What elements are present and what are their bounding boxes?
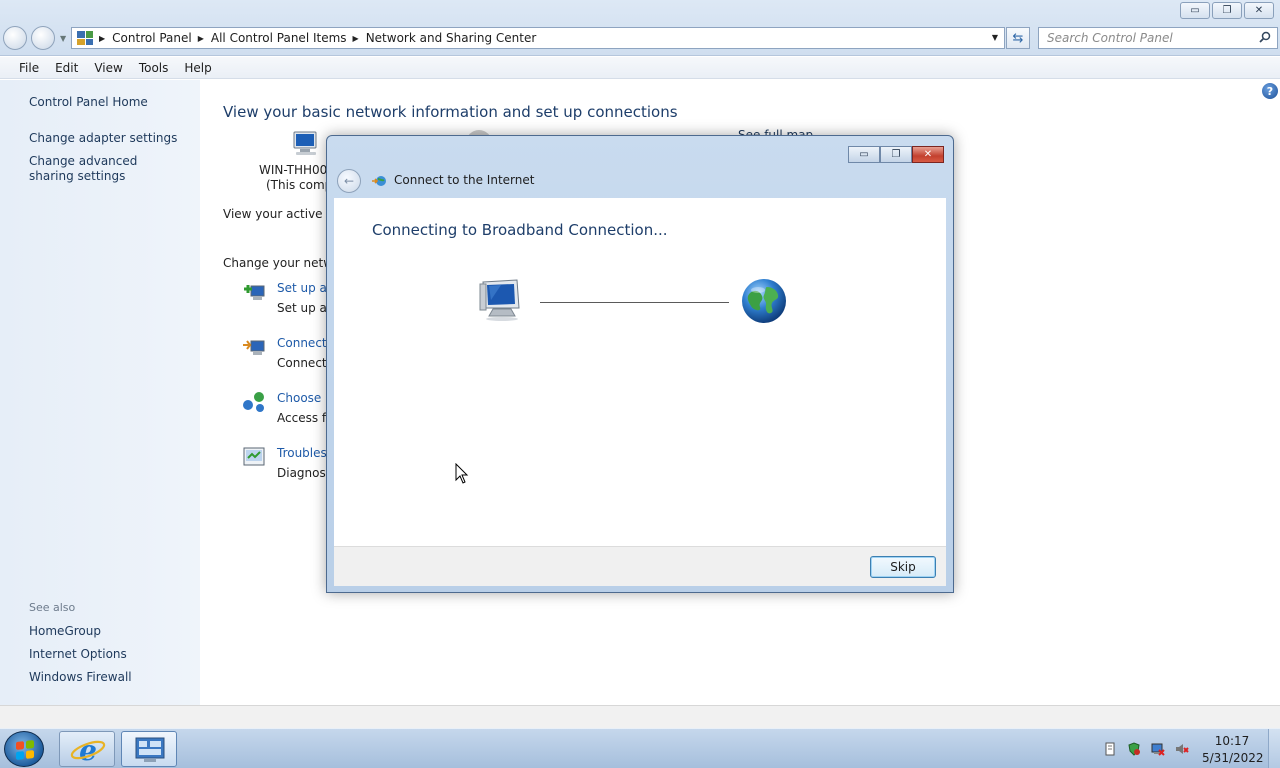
search-input[interactable]: Search Control Panel [1038, 27, 1278, 49]
page-title: View your basic network information and … [223, 103, 678, 121]
connecting-heading: Connecting to Broadband Connection... [372, 221, 668, 239]
mouse-cursor-icon [455, 463, 469, 484]
menu-tools[interactable]: Tools [139, 61, 169, 75]
computer-subtitle: (This comp [266, 178, 333, 192]
back-arrow-icon: ← [343, 174, 355, 188]
menu-view[interactable]: View [94, 61, 122, 75]
change-advanced-sharing-link[interactable]: Change advanced sharing settings [29, 154, 179, 184]
maximize-icon: ❐ [891, 149, 901, 160]
breadcrumb-arrow-icon[interactable]: ▶ [198, 34, 204, 43]
minimize-button[interactable]: ▭ [1180, 2, 1210, 19]
volume-muted-icon[interactable] [1175, 742, 1189, 756]
dialog-minimize-button[interactable]: ▭ [848, 146, 880, 163]
connect-internet-dialog: ▭ ❐ ✕ ← Connect to the Internet Connecti… [326, 135, 954, 593]
network-disconnected-icon[interactable] [1151, 742, 1165, 756]
breadcrumb-control-panel[interactable]: Control Panel [112, 31, 192, 45]
menu-file[interactable]: File [19, 61, 39, 75]
minimize-icon: ▭ [1190, 4, 1200, 16]
homegroup-link[interactable]: HomeGroup [29, 624, 101, 639]
show-desktop-button[interactable] [1268, 729, 1280, 768]
back-button[interactable] [3, 26, 27, 50]
control-panel-home-link[interactable]: Control Panel Home [29, 95, 148, 110]
search-placeholder: Search Control Panel [1047, 31, 1173, 45]
address-dropdown-icon[interactable]: ▼ [992, 33, 998, 42]
troubleshoot-desc: Diagnose [277, 466, 334, 480]
connection-line [540, 302, 729, 303]
action-center-icon[interactable] [1103, 742, 1117, 756]
close-button[interactable]: ✕ [1244, 2, 1274, 19]
refresh-icon: ⇆ [1012, 30, 1024, 46]
connect-network-icon [243, 340, 265, 355]
dialog-controls: ▭ ❐ ✕ [848, 146, 944, 163]
taskbar-control-panel[interactable] [121, 731, 177, 767]
connect-network-desc: Connect [277, 356, 327, 370]
control-panel-window-icon [135, 737, 165, 762]
dialog-back-button[interactable]: ← [337, 169, 361, 193]
svg-text:e: e [79, 734, 97, 767]
active-networks-heading: View your active ne [223, 207, 342, 221]
explorer-titlebar: ▭ ❐ ✕ ▼ ▶ Control Panel ▶ All Control Pa… [0, 0, 1280, 56]
dialog-body: Connecting to Broadband Connection... [334, 198, 946, 546]
refresh-button[interactable]: ⇆ [1006, 27, 1030, 49]
close-icon: ✕ [1254, 4, 1264, 16]
breadcrumb-arrow-icon[interactable]: ▶ [353, 34, 359, 43]
breadcrumb-arrow-icon[interactable]: ▶ [99, 34, 105, 43]
start-button[interactable] [4, 731, 44, 767]
globe-icon [742, 279, 786, 323]
computer-icon [293, 131, 317, 155]
computer-name: WIN-THH00I [259, 163, 331, 177]
choose-homegroup-link[interactable]: Choose h [277, 391, 333, 405]
taskbar-internet-explorer[interactable]: e [59, 731, 115, 767]
recent-pages-dropdown-icon[interactable]: ▼ [60, 34, 66, 43]
change-adapter-settings-link[interactable]: Change adapter settings [29, 131, 177, 146]
maximize-button[interactable]: ❐ [1212, 2, 1242, 19]
breadcrumb-all-items[interactable]: All Control Panel Items [211, 31, 347, 45]
internet-options-link[interactable]: Internet Options [29, 647, 127, 662]
homegroup-icon [243, 392, 264, 412]
connect-network-link[interactable]: Connect [277, 336, 327, 350]
minimize-icon: ▭ [859, 149, 869, 160]
breadcrumb-network-center[interactable]: Network and Sharing Center [366, 31, 537, 45]
taskbar: e 10:17 5/31/2022 [0, 728, 1280, 768]
menu-edit[interactable]: Edit [55, 61, 78, 75]
control-panel-icon [77, 31, 93, 45]
windows-logo-icon [16, 740, 34, 760]
address-bar[interactable]: ▶ Control Panel ▶ All Control Panel Item… [71, 27, 1005, 49]
search-icon[interactable] [1259, 31, 1271, 43]
new-connection-icon [244, 285, 265, 300]
forward-button[interactable] [31, 26, 55, 50]
see-also-label: See also [29, 601, 76, 614]
dialog-footer: Skip [334, 546, 946, 586]
clock-date[interactable]: 5/31/2022 [1202, 751, 1264, 765]
help-icon[interactable]: ? [1262, 83, 1278, 99]
menu-bar: File Edit View Tools Help [0, 57, 1280, 79]
internet-explorer-icon: e [70, 734, 106, 767]
dialog-title: Connect to the Internet [394, 173, 535, 187]
troubleshoot-icon [243, 447, 265, 466]
clock-time[interactable]: 10:17 [1202, 734, 1262, 748]
close-icon: ✕ [923, 149, 933, 160]
dialog-maximize-button[interactable]: ❐ [880, 146, 912, 163]
restore-icon: ❐ [1222, 4, 1232, 16]
skip-button[interactable]: Skip [870, 556, 936, 578]
internet-connection-icon [372, 176, 386, 186]
choose-homegroup-desc: Access fil [277, 411, 333, 425]
security-shield-icon[interactable] [1127, 742, 1141, 756]
menu-help[interactable]: Help [184, 61, 211, 75]
computer-icon [479, 279, 520, 321]
change-settings-heading: Change your netwo [223, 256, 341, 270]
status-bar [0, 705, 1280, 728]
dialog-close-button[interactable]: ✕ [912, 146, 944, 163]
windows-firewall-link[interactable]: Windows Firewall [29, 670, 132, 685]
window-controls: ▭ ❐ ✕ [1180, 2, 1274, 19]
left-task-pane: Control Panel Home Change adapter settin… [0, 80, 200, 705]
